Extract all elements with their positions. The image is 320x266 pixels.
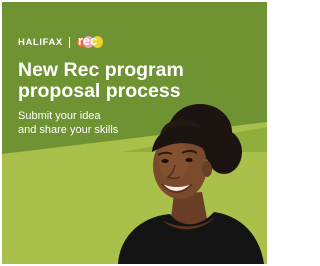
headline-line-1: New Rec program [18,59,184,81]
headline-line-2: proposal process [18,80,181,102]
rec-logo: rec [76,33,107,49]
halifax-logo: HALIFAX [18,36,63,48]
subheadline-line-1: Submit your idea [18,110,101,122]
subheadline-line-2: and share your skills [18,124,119,136]
rec-logo-text: rec [77,33,98,48]
brand-divider [68,36,70,48]
subheadline: Submit your idea and share your skills [18,109,168,137]
brand-lockup: HALIFAX rec [18,33,107,49]
rec-program-ad[interactable]: HALIFAX rec New Rec program proposal pro… [2,2,267,264]
headline: New Rec program proposal process [18,60,258,102]
